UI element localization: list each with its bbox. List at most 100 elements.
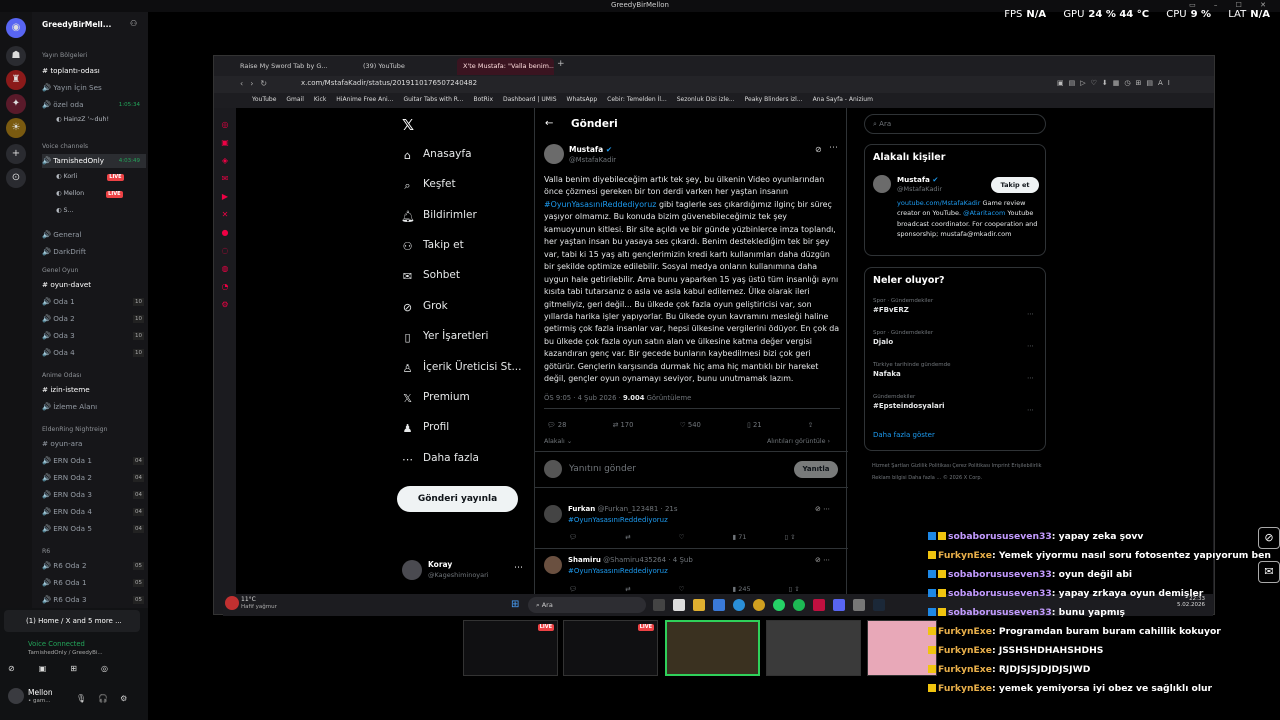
window-preview[interactable]: [867, 620, 937, 676]
voice-user[interactable]: ◐ HainzZ '~duh!: [56, 114, 109, 126]
windows-start-icon[interactable]: ⊞: [511, 599, 519, 610]
reply-author[interactable]: Shamiru: [568, 556, 601, 564]
browser-toolbar-icons[interactable]: ▣▤▷♡⬇▦◷⊞▤AI: [1057, 79, 1175, 87]
window-preview[interactable]: LIVE: [463, 620, 558, 676]
category-label[interactable]: Anime Odası: [42, 372, 81, 379]
voice-user[interactable]: ◐ Korli LIVE: [56, 171, 124, 183]
trend-item[interactable]: Gündemdekiler #Epsteindosyalari: [873, 394, 945, 410]
channel-item[interactable]: 🔊 TarnishedOnly 4:03:49: [42, 154, 146, 168]
url-field[interactable]: x.com/MstafaKadir/status/201911017650724…: [301, 79, 477, 87]
server-icon[interactable]: ☀: [6, 118, 26, 138]
server-icon[interactable]: ✦: [6, 94, 26, 114]
whatsapp-icon[interactable]: [773, 599, 785, 611]
reply-grok-icon[interactable]: ⊘ ⋯: [815, 556, 830, 564]
reply-action[interactable]: 💬︎ 28: [547, 421, 566, 429]
category-label[interactable]: R6: [42, 548, 50, 555]
window-controls[interactable]: ▭ – ☐ ✕: [1189, 1, 1274, 9]
category-label[interactable]: Voice channels: [42, 143, 88, 150]
nav-profile[interactable]: ♟ Profil: [401, 421, 450, 441]
steam-icon[interactable]: [873, 599, 885, 611]
tab-youtube[interactable]: (39) YouTube: [357, 58, 452, 75]
reply-button[interactable]: Yanıtla: [794, 461, 838, 478]
channel-item[interactable]: 🔊 R6 Oda 1 05: [42, 576, 146, 590]
voice-user[interactable]: ◐ Mellon LIVE: [56, 188, 123, 200]
nav-buttons[interactable]: ‹›↻: [240, 79, 274, 88]
edge-icon[interactable]: [733, 599, 745, 611]
bookmark-item[interactable]: Guitar Tabs with R...: [403, 96, 463, 103]
footer-links[interactable]: Hizmet Şartları Gizlilik Politikası Çere…: [872, 460, 1044, 484]
related-sort[interactable]: Alakalı ⌄: [544, 438, 572, 445]
nav-more[interactable]: ⋯ Daha fazla: [401, 452, 479, 472]
bookmark-item[interactable]: HiAnime Free Ani...: [336, 96, 393, 103]
nav-chat[interactable]: ✉ Sohbet: [401, 269, 460, 289]
channel-item[interactable]: 🔊 R6 Oda 3 05: [42, 593, 146, 607]
channel-item[interactable]: 🔊 Yayın İçin Ses: [42, 81, 146, 95]
category-label[interactable]: Genel Oyun: [42, 267, 78, 274]
server-name[interactable]: GreedyBirMell...: [42, 20, 111, 29]
author-name[interactable]: Mustafa ✔: [569, 145, 612, 154]
task-view-icon[interactable]: [653, 599, 665, 611]
tab-x-post[interactable]: X'te Mustafa: "Valla benim...": [457, 58, 554, 75]
user-controls[interactable]: 🎙🎧⚙: [76, 694, 139, 703]
tweet-time[interactable]: ÖS 9:05 · 4 Şub 2026 ·: [544, 394, 623, 402]
stream-preview-tab[interactable]: (1) Home / X and 5 more ...: [4, 610, 140, 632]
file-explorer-icon[interactable]: [693, 599, 705, 611]
server-icon[interactable]: ☗: [6, 46, 26, 66]
nav-bookmarks[interactable]: ▯ Yer İşaretleri: [401, 330, 488, 350]
bookmark-item[interactable]: Cebir: Temelden İl...: [607, 96, 667, 103]
bookmark-item[interactable]: YouTube: [252, 96, 276, 103]
bookmark-item[interactable]: Kick: [314, 96, 326, 103]
bookmark-item[interactable]: Dashboard | UMIS: [503, 96, 557, 103]
server-icon[interactable]: ♜: [6, 70, 26, 90]
bookmark-item[interactable]: BotRix: [473, 96, 493, 103]
weather-icon[interactable]: [225, 596, 239, 610]
reply-actions[interactable]: 💬︎ ⇄ ♡ ▮ 245 ▯ ⇪: [569, 585, 800, 593]
channel-item[interactable]: # oyun-davet: [42, 278, 146, 292]
repost-action[interactable]: ⇄ 170: [613, 421, 634, 429]
voice-controls[interactable]: ⊘▣⊞◎: [8, 664, 138, 678]
back-arrow-icon[interactable]: ←: [545, 118, 553, 129]
channel-item[interactable]: 🔊 Oda 1 10: [42, 295, 146, 309]
channel-item[interactable]: 🔊 İzleme Alanı: [42, 400, 146, 414]
channel-item[interactable]: # toplantı-odası: [42, 64, 146, 78]
channel-item[interactable]: 🔊 Oda 4 10: [42, 346, 146, 360]
bookmarks-list[interactable]: YouTube Gmail Kick HiAnime Free Ani... Guita…: [252, 96, 883, 103]
channel-item[interactable]: 🔊 Oda 2 10: [42, 312, 146, 326]
channel-item[interactable]: 🔊 ERN Oda 3 04: [42, 488, 146, 502]
nav-explore[interactable]: ⌕ Keşfet: [401, 178, 455, 198]
discord-home-icon[interactable]: ◉: [6, 18, 26, 38]
search-input[interactable]: ⌕ Ara: [864, 114, 1046, 134]
x-logo-icon[interactable]: 𝕏: [402, 116, 414, 134]
taskbar-search[interactable]: ⌕ Ara: [528, 597, 646, 613]
like-action[interactable]: ♡ 540: [680, 421, 701, 429]
account-name[interactable]: Koray: [428, 560, 452, 569]
channel-item[interactable]: 🔊 özel oda 1:05:34: [42, 98, 146, 112]
channel-item[interactable]: 🔊 R6 Oda 2 05: [42, 559, 146, 573]
channel-item[interactable]: 🔊 DarkDrift: [42, 245, 146, 259]
reply-author[interactable]: Furkan: [568, 505, 595, 513]
bookmark-item[interactable]: Gmail: [286, 96, 304, 103]
category-label[interactable]: EldenRing Nightreign: [42, 426, 108, 433]
post-button[interactable]: Gönderi yayınla: [397, 486, 518, 512]
window-preview[interactable]: LIVE: [563, 620, 658, 676]
view-quotes-link[interactable]: Alıntıları görüntüle ›: [767, 438, 830, 445]
channel-item[interactable]: # oyun-ara: [42, 437, 146, 451]
share-icon[interactable]: ⇪: [808, 421, 814, 429]
reply-actions[interactable]: 💬︎ ⇄ ♡ ▮ 71 ▯ ⇪: [569, 533, 796, 541]
bookmark-item[interactable]: WhatsApp: [567, 96, 598, 103]
channel-item[interactable]: 🔊 ERN Oda 5 04: [42, 522, 146, 536]
window-preview[interactable]: [665, 620, 760, 676]
trend-item[interactable]: Türkiye tarihinde gündemde Nafaka: [873, 362, 950, 378]
browser-sidebar-icons[interactable]: ◎ ▣ ◈ ✉ ▶ ✕ ● ◌ ◍ ◔ ⚙: [219, 116, 231, 314]
app-icon[interactable]: [673, 599, 685, 611]
reply-hashtag[interactable]: #OyunYasasınıReddediyoruz: [568, 567, 668, 575]
bookmark-item[interactable]: Peaky Blinders izl...: [745, 96, 803, 103]
nav-follow[interactable]: ⚇ Takip et: [401, 239, 464, 259]
hashtag-link[interactable]: #OyunYasasınıReddediyoruz: [544, 200, 656, 209]
chrome-icon[interactable]: [753, 599, 765, 611]
more-icon[interactable]: ⋯: [829, 143, 838, 153]
bookmark-item[interactable]: Ana Sayfa - Anizium: [813, 96, 873, 103]
bio-mention[interactable]: @Ataritacom: [963, 209, 1005, 217]
nav-home[interactable]: ⌂ Anasayfa: [401, 148, 472, 168]
avatar[interactable]: [873, 175, 891, 193]
